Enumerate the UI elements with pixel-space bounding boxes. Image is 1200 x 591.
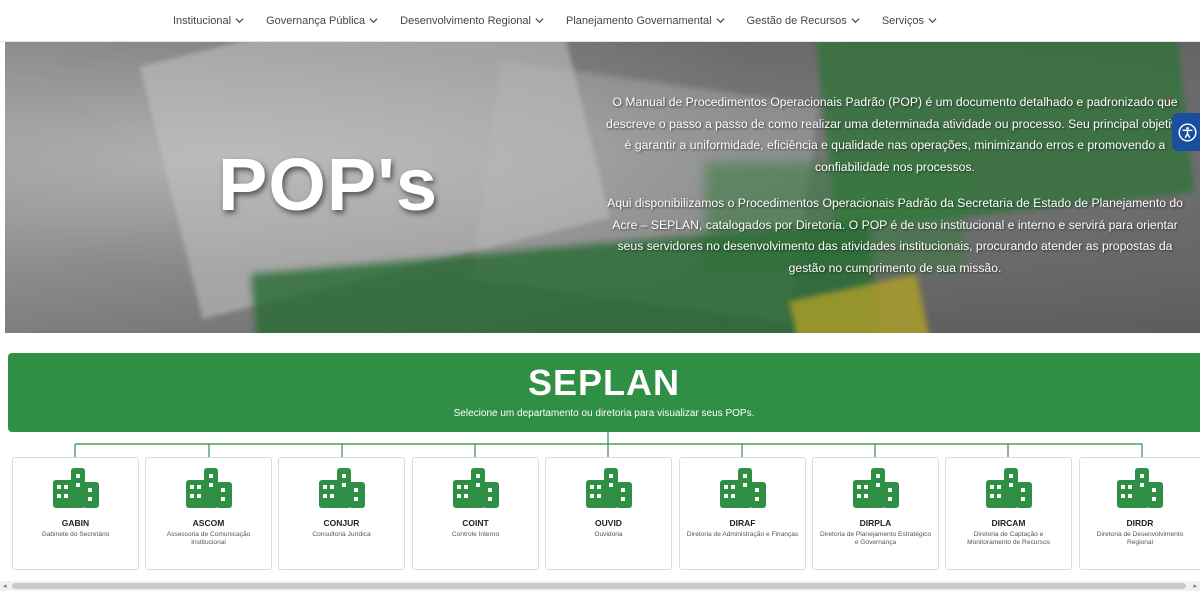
banner-title: SEPLAN — [527, 362, 681, 403]
hero-title: POP's — [218, 143, 439, 226]
horizontal-scrollbar[interactable]: ◂ ▸ — [0, 581, 1200, 591]
department-card-diraf[interactable]: DIRAF Diretoria de Administração e Finan… — [679, 457, 806, 570]
building-icon — [852, 468, 899, 508]
department-abbr: ASCOM — [192, 518, 225, 528]
department-abbr: CONJUR — [323, 518, 360, 528]
nav-item-planejamento-governamental[interactable]: Planejamento Governamental — [566, 15, 725, 27]
chevron-down-icon — [716, 18, 725, 24]
nav-item-institucional[interactable]: Institucional — [173, 15, 244, 27]
accessibility-button[interactable] — [1172, 113, 1200, 151]
department-cards: GABIN Gabinete do Secretário ASCOM Asses… — [0, 457, 1200, 572]
department-abbr: GABIN — [61, 518, 90, 528]
building-icon — [52, 468, 99, 508]
department-name: Ouvidoria — [594, 531, 623, 538]
nav-item-label: Institucional — [172, 14, 232, 27]
nav-item-label: Serviços — [881, 14, 924, 27]
department-abbr: DIRPLA — [859, 518, 892, 528]
department-name: Controle Interno — [451, 531, 500, 538]
department-name: Consultoria Jurídica — [312, 531, 371, 538]
hero-description: O Manual de Procedimentos Operacionais P… — [605, 92, 1185, 279]
scrollbar-thumb[interactable] — [12, 583, 1186, 589]
building-icon — [185, 468, 232, 508]
seplan-banner: SEPLAN Selecione um departamento ou dire… — [8, 353, 1200, 432]
department-name: Gabinete do Secretário — [41, 531, 110, 538]
department-card-gabin[interactable]: GABIN Gabinete do Secretário — [12, 457, 139, 570]
chevron-down-icon — [535, 18, 544, 24]
department-name: Assessoria de Comunicação Institucional — [166, 531, 251, 546]
accessibility-icon — [1177, 122, 1197, 142]
hero-paragraph-1: O Manual de Procedimentos Operacionais P… — [606, 95, 1184, 174]
chevron-down-icon — [369, 18, 378, 24]
department-card-ouvid[interactable]: OUVID Ouvidoria — [545, 457, 672, 570]
chevron-down-icon — [851, 18, 860, 24]
department-card-coint[interactable]: COINT Controle Interno — [412, 457, 539, 570]
hero-section: POP's O Manual de Procedimentos Operacio… — [5, 42, 1200, 333]
nav-item-label: Governança Pública — [266, 14, 366, 27]
department-name: Diretoria de Administração e Finanças — [686, 531, 799, 538]
nav-item-label: Desenvolvimento Regional — [400, 14, 531, 27]
building-icon — [585, 468, 632, 508]
department-card-conjur[interactable]: CONJUR Consultoria Jurídica — [278, 457, 405, 570]
department-card-dirdr[interactable]: DIRDR Diretoria de Desenvolvimento Regio… — [1079, 457, 1200, 570]
building-icon — [719, 468, 766, 508]
org-chart-connectors — [74, 430, 1143, 457]
nav-item-label: Planejamento Governamental — [566, 14, 712, 27]
department-card-dirpla[interactable]: DIRPLA Diretoria de Planejamento Estraté… — [812, 457, 939, 570]
nav-item-servicos[interactable]: Serviços — [882, 15, 937, 27]
department-abbr: DIRDR — [1126, 518, 1154, 528]
nav-item-gestao-de-recursos[interactable]: Gestão de Recursos — [747, 15, 860, 27]
department-abbr: DIRCAM — [991, 518, 1026, 528]
building-icon — [1117, 468, 1163, 508]
department-abbr: DIRAF — [729, 518, 756, 528]
department-name: Diretoria de Captação e Monitoramento de… — [967, 531, 1050, 546]
chevron-down-icon — [928, 18, 937, 24]
nav-item-governanca-publica[interactable]: Governança Pública — [266, 15, 378, 27]
top-navigation: Institucional Governança Pública Desenvo… — [0, 0, 1200, 42]
building-icon — [985, 468, 1032, 508]
banner-subtitle: Selecione um departamento ou diretoria p… — [453, 408, 755, 419]
department-card-dircam[interactable]: DIRCAM Diretoria de Captação e Monitoram… — [945, 457, 1072, 570]
department-abbr: OUVID — [595, 518, 622, 528]
nav-item-label: Gestão de Recursos — [746, 14, 847, 27]
department-name: Diretoria de Planejamento Estratégico e … — [819, 531, 932, 546]
department-abbr: COINT — [462, 518, 489, 528]
scroll-left-arrow-icon[interactable]: ◂ — [3, 582, 7, 590]
building-icon — [452, 468, 499, 508]
nav-item-desenvolvimento-regional[interactable]: Desenvolvimento Regional — [400, 15, 544, 27]
department-name: Diretoria de Desenvolvimento Regional — [1096, 531, 1184, 546]
hero-paragraph-2: Aqui disponibilizamos o Procedimentos Op… — [607, 196, 1183, 275]
building-icon — [318, 468, 365, 508]
scroll-right-arrow-icon[interactable]: ▸ — [1193, 582, 1197, 590]
department-card-ascom[interactable]: ASCOM Assessoria de Comunicação Instituc… — [145, 457, 272, 570]
chevron-down-icon — [235, 18, 244, 24]
